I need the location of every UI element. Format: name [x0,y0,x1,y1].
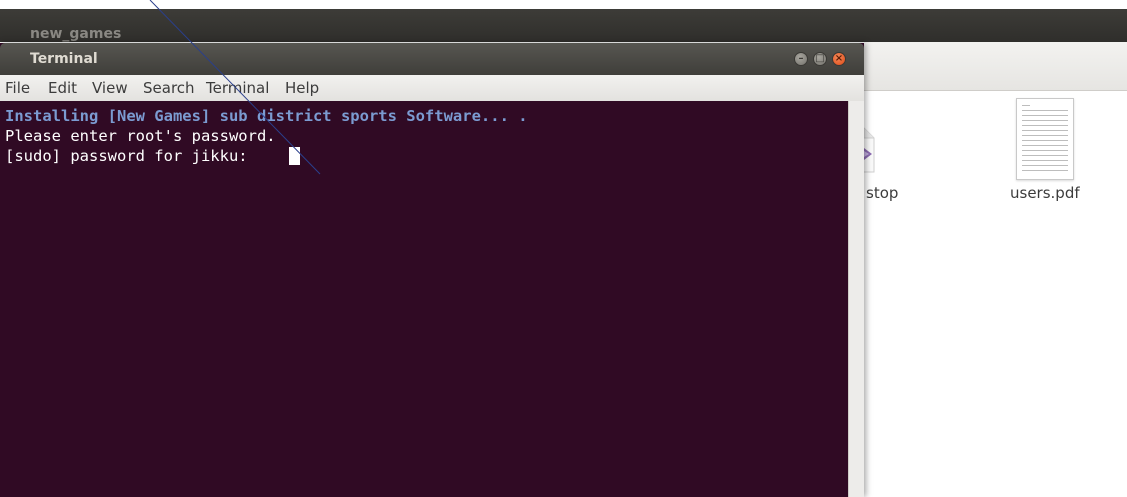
terminal-title: Terminal [30,51,98,67]
file-manager-content [864,91,1127,497]
terminal-line-installing: Installing [New Games] sub district spor… [5,107,528,125]
terminal-menubar: File Edit View Search Terminal Help [0,75,864,102]
menu-file[interactable]: File [5,79,30,97]
menu-help[interactable]: Help [285,79,319,97]
terminal-line-prompt-root: Please enter root's password. [5,127,276,145]
file-label-users-pdf[interactable]: users.pdf [1010,184,1080,202]
minimize-icon: – [798,53,804,64]
menu-search[interactable]: Search [143,79,195,97]
file-manager-title: new_games [30,26,122,42]
maximize-icon: □ [815,53,825,64]
screen-top-margin [0,0,1127,9]
file-manager-toolbar [864,42,1127,91]
terminal-titlebar[interactable]: Terminal – □ × [0,43,864,75]
close-icon: × [834,53,844,64]
maximize-button[interactable]: □ [813,52,827,66]
pdf-document-icon[interactable] [1016,98,1074,180]
terminal-output[interactable]: Installing [New Games] sub district spor… [0,101,848,497]
terminal-line-sudo-prompt: [sudo] password for jikku: [5,147,257,165]
menu-terminal[interactable]: Terminal [206,79,269,97]
terminal-scrollbar[interactable] [848,101,864,497]
file-manager-titlebar[interactable]: new_games [0,9,1127,42]
file-label-stop[interactable]: stop [866,184,898,202]
menu-edit[interactable]: Edit [48,79,77,97]
close-button[interactable]: × [832,52,846,66]
text-cursor [289,147,300,165]
terminal-window[interactable]: Terminal – □ × File Edit View Search Ter… [0,43,864,497]
minimize-button[interactable]: – [794,52,808,66]
menu-view[interactable]: View [92,79,128,97]
